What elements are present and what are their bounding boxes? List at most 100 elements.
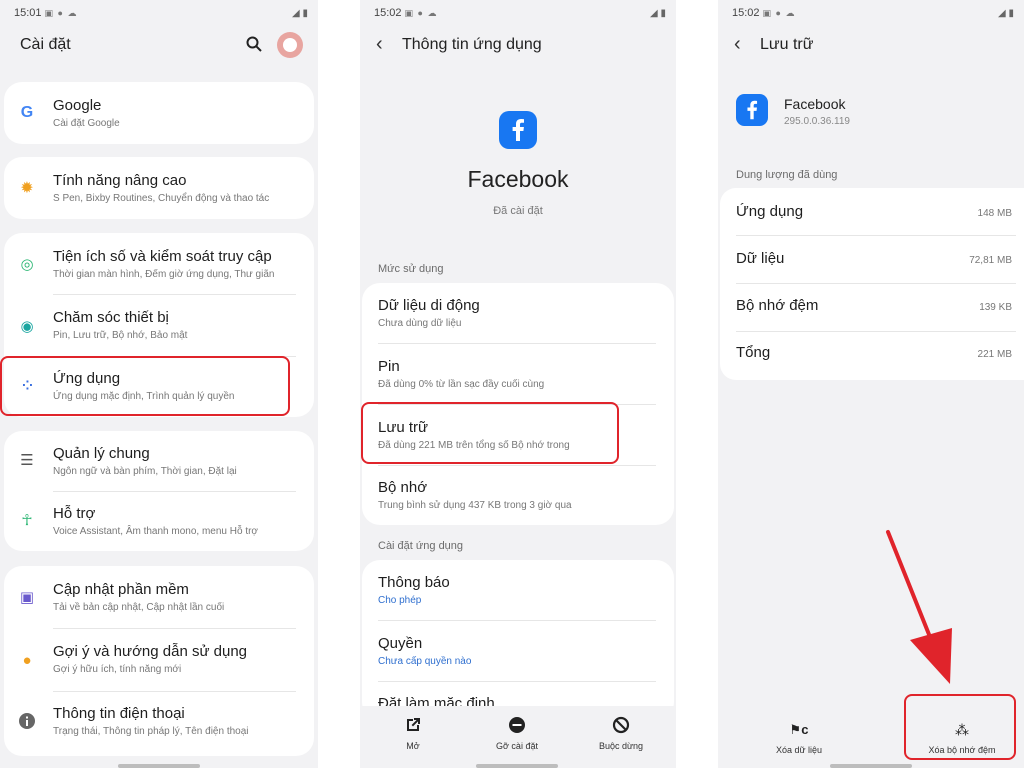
search-icon[interactable] [246, 36, 262, 52]
facebook-icon [499, 111, 537, 149]
settings-item-sub: Cho phép [378, 595, 422, 606]
open-button[interactable]: Mở [368, 716, 458, 751]
settings-item-sub: Pin, Lưu trữ, Bộ nhớ, Bảo mật [53, 330, 188, 341]
storage-row-cache: Bộ nhớ đệm 139 KB [720, 284, 1024, 331]
settings-screen: 15:01 ▣ ● ☁ ◢ ▮ Cài đặt G Google Cài đặt… [0, 0, 318, 768]
section-usage-label: Mức sử dụng [378, 263, 444, 275]
status-time: 15:01 [14, 7, 42, 19]
settings-group-google: G Google Cài đặt Google [4, 82, 314, 144]
highlight-clear-cache [904, 694, 1016, 760]
storage-row-value: 221 MB [977, 349, 1012, 360]
info-icon [18, 712, 36, 730]
settings-item-label: Chăm sóc thiết bị [53, 309, 169, 326]
usage-item-battery[interactable]: Pin Đã dùng 0% từ lần sạc đầy cuối cùng [362, 344, 674, 404]
storage-row-label: Ứng dụng [736, 203, 804, 220]
highlight-storage [361, 402, 619, 464]
storage-row-total: Tổng 221 MB [720, 332, 1024, 380]
settings-item-label: Hỗ trợ [53, 505, 96, 522]
settings-item-permissions[interactable]: Quyền Chưa cấp quyền nào [362, 621, 674, 681]
back-arrow-icon[interactable]: ‹ [376, 34, 383, 54]
status-bar: 15:02 ▣ ● ☁ ◢ ▮ [374, 6, 666, 20]
settings-item-google[interactable]: G Google Cài đặt Google [4, 82, 314, 144]
storage-row-label: Tổng [736, 344, 771, 361]
usage-item-label: Pin [378, 358, 400, 375]
storage-row-label: Dữ liệu [736, 250, 785, 267]
clear-data-button[interactable]: ⚑c Xóa dữ liệu [754, 720, 844, 755]
usage-item-sub: Trung bình sử dụng 437 KB trong 3 giờ qu… [378, 500, 572, 511]
software-update-icon: ▣ [19, 589, 35, 606]
settings-item-label: Gợi ý và hướng dẫn sử dụng [53, 643, 248, 660]
settings-item-sub: Ngôn ngữ và bàn phím, Thời gian, Đặt lại [53, 466, 237, 477]
settings-group-general: ☰ Quản lý chung Ngôn ngữ và bàn phím, Th… [4, 431, 314, 551]
usage-item-sub: Đã dùng 0% từ lần sạc đầy cuối cùng [378, 379, 545, 390]
storage-row-value: 72,81 MB [969, 255, 1012, 266]
notification-icons: ▣ ● ☁ [762, 7, 796, 18]
storage-row-data: Dữ liệu 72,81 MB [720, 236, 1024, 283]
force-stop-button[interactable]: Buộc dừng [576, 716, 666, 751]
usage-item-memory[interactable]: Bộ nhớ Trung bình sử dụng 437 KB trong 3… [362, 466, 674, 525]
page-title: Lưu trữ [760, 36, 814, 53]
storage-row-value: 148 MB [977, 208, 1012, 219]
settings-item-tips[interactable]: ● Gợi ý và hướng dẫn sử dụng Gợi ý hữu í… [4, 629, 314, 691]
app-install-status: Đã cài đặt [493, 205, 543, 217]
settings-item-sub: Voice Assistant, Âm thanh mono, menu Hỗ … [53, 526, 258, 537]
accessibility-icon: ☥ [21, 512, 33, 529]
page-title: Thông tin ứng dụng [402, 36, 542, 53]
settings-item-device-care[interactable]: ◉ Chăm sóc thiết bị Pin, Lưu trữ, Bộ nhớ… [4, 295, 314, 356]
signal-battery-icon: ◢ ▮ [650, 7, 666, 19]
settings-item-label: Cập nhật phần mềm [53, 581, 189, 598]
storage-row-label: Bộ nhớ đệm [736, 297, 819, 314]
clear-data-label: Xóa dữ liệu [775, 745, 823, 755]
settings-item-general-management[interactable]: ☰ Quản lý chung Ngôn ngữ và bàn phím, Th… [4, 431, 314, 491]
settings-item-digital-wellbeing[interactable]: ◎ Tiện ích số và kiểm soát truy cập Thời… [4, 233, 314, 294]
settings-item-sub: Chưa cấp quyền nào [378, 656, 472, 667]
storage-screen: 15:02 ▣ ● ☁ ◢ ▮ ‹ Lưu trữ Facebook 295.0… [718, 0, 1024, 768]
settings-item-about-phone[interactable]: Thông tin điện thoại Trạng thái, Thông t… [4, 692, 314, 754]
storage-row-app: Ứng dụng 148 MB [720, 188, 1024, 235]
settings-item-label: Quản lý chung [53, 445, 150, 462]
settings-item-sub: S Pen, Bixby Routines, Chuyển động và th… [53, 193, 270, 204]
signal-battery-icon: ◢ ▮ [998, 7, 1014, 19]
lightbulb-icon: ● [22, 651, 32, 669]
home-indicator [476, 764, 558, 768]
app-name: Facebook [784, 96, 846, 112]
status-time: 15:02 [732, 7, 760, 19]
usage-item-label: Bộ nhớ [378, 479, 428, 496]
app-name: Facebook [467, 166, 569, 192]
highlight-apps [0, 356, 290, 416]
settings-item-sub: Gợi ý hữu ích, tính năng mới [53, 664, 182, 675]
usage-item-mobile-data[interactable]: Dữ liệu di động Chưa dùng dữ liệu [362, 283, 674, 343]
settings-item-notifications[interactable]: Thông báo Cho phép [362, 560, 674, 620]
facebook-icon [736, 94, 768, 126]
storage-row-value: 139 KB [979, 302, 1012, 313]
home-indicator [830, 764, 912, 768]
signal-battery-icon: ◢ ▮ [292, 7, 308, 19]
status-bar: 15:02 ▣ ● ☁ ◢ ▮ [732, 6, 1014, 20]
settings-item-label: Thông báo [378, 574, 450, 591]
profile-avatar[interactable] [277, 32, 303, 58]
force-stop-label: Buộc dừng [598, 741, 644, 751]
app-info-screen: 15:02 ▣ ● ☁ ◢ ▮ ‹ Thông tin ứng dụng Fac… [360, 0, 676, 768]
settings-item-label: Tính năng nâng cao [53, 172, 187, 189]
device-care-icon: ◉ [20, 318, 34, 335]
back-arrow-icon[interactable]: ‹ [734, 34, 741, 54]
notification-icons: ▣ ● ☁ [44, 7, 78, 18]
digital-wellbeing-icon: ◎ [20, 256, 34, 273]
settings-item-sub: Cài đặt Google [53, 118, 120, 129]
settings-item-label: Thông tin điện thoại [53, 705, 185, 722]
clear-data-icon: ⚑c [789, 722, 809, 737]
sliders-icon: ☰ [20, 452, 34, 469]
minus-circle-icon [507, 716, 527, 736]
settings-item-label: Google [53, 97, 102, 114]
settings-item-accessibility[interactable]: ☥ Hỗ trợ Voice Assistant, Âm thanh mono,… [4, 492, 314, 551]
status-bar: 15:01 ▣ ● ☁ ◢ ▮ [14, 6, 308, 20]
settings-item-advanced-features[interactable]: ✹ Tính năng nâng cao S Pen, Bixby Routin… [4, 157, 314, 219]
settings-item-sub: Trạng thái, Thông tin pháp lý, Tên điện … [53, 726, 249, 737]
open-label: Mở [406, 741, 420, 751]
red-arrow-annotation [880, 528, 960, 688]
settings-group-about: ▣ Cập nhật phần mềm Tải về bản cập nhật,… [4, 566, 314, 756]
settings-item-software-update[interactable]: ▣ Cập nhật phần mềm Tải về bản cập nhật,… [4, 566, 314, 628]
settings-item-label: Tiện ích số và kiểm soát truy cập [53, 248, 272, 265]
uninstall-button[interactable]: Gỡ cài đặt [472, 716, 562, 751]
section-settings-label: Cài đặt ứng dụng [378, 540, 464, 552]
